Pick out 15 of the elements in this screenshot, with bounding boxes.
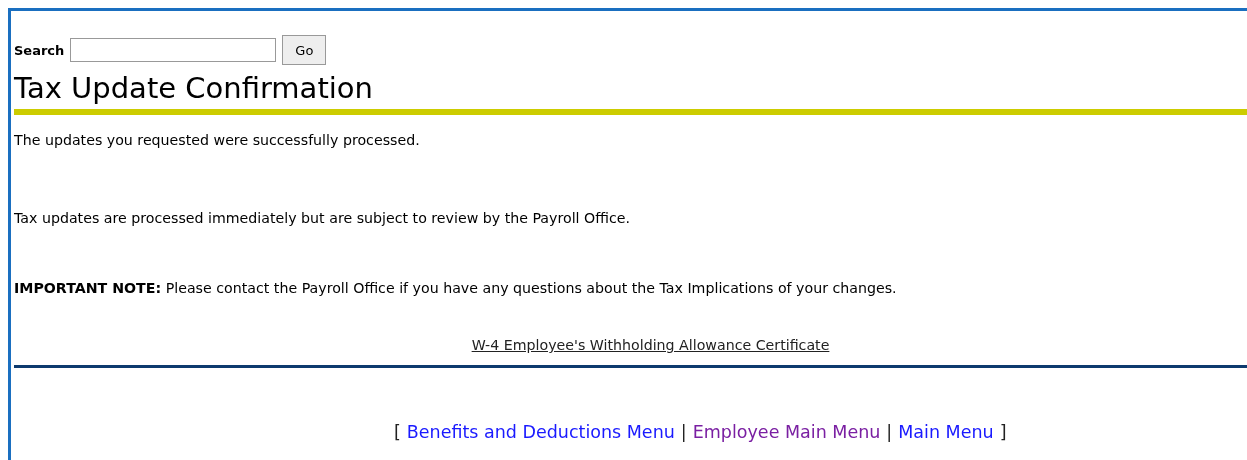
certificate-link[interactable]: W-4 Employee's Withholding Allowance Certificate <box>471 337 830 353</box>
go-button[interactable]: Go <box>282 35 327 65</box>
bracket: ] <box>999 422 1007 442</box>
nav-link[interactable]: Employee Main Menu <box>692 422 881 442</box>
message-text: The updates you requested were successfully processed. <box>14 131 421 149</box>
message-text: IMPORTANT NOTE: Please contact the Payroll Office if you have any questions about the Tax Implications of your changes. <box>14 279 898 297</box>
search-label: Search <box>14 42 65 58</box>
bracket: [ <box>394 422 401 442</box>
message-text: Tax updates are processed immediately but are subject to review by the Payroll Office. <box>14 209 631 227</box>
separator: | <box>680 422 687 442</box>
nav-link[interactable]: Benefits and Deductions Menu <box>406 422 675 442</box>
nav-link[interactable]: Main Menu <box>898 422 994 442</box>
search-field[interactable] <box>70 38 277 62</box>
separator: | <box>886 422 893 442</box>
page-title: Tax Update Confirmation <box>14 71 374 105</box>
